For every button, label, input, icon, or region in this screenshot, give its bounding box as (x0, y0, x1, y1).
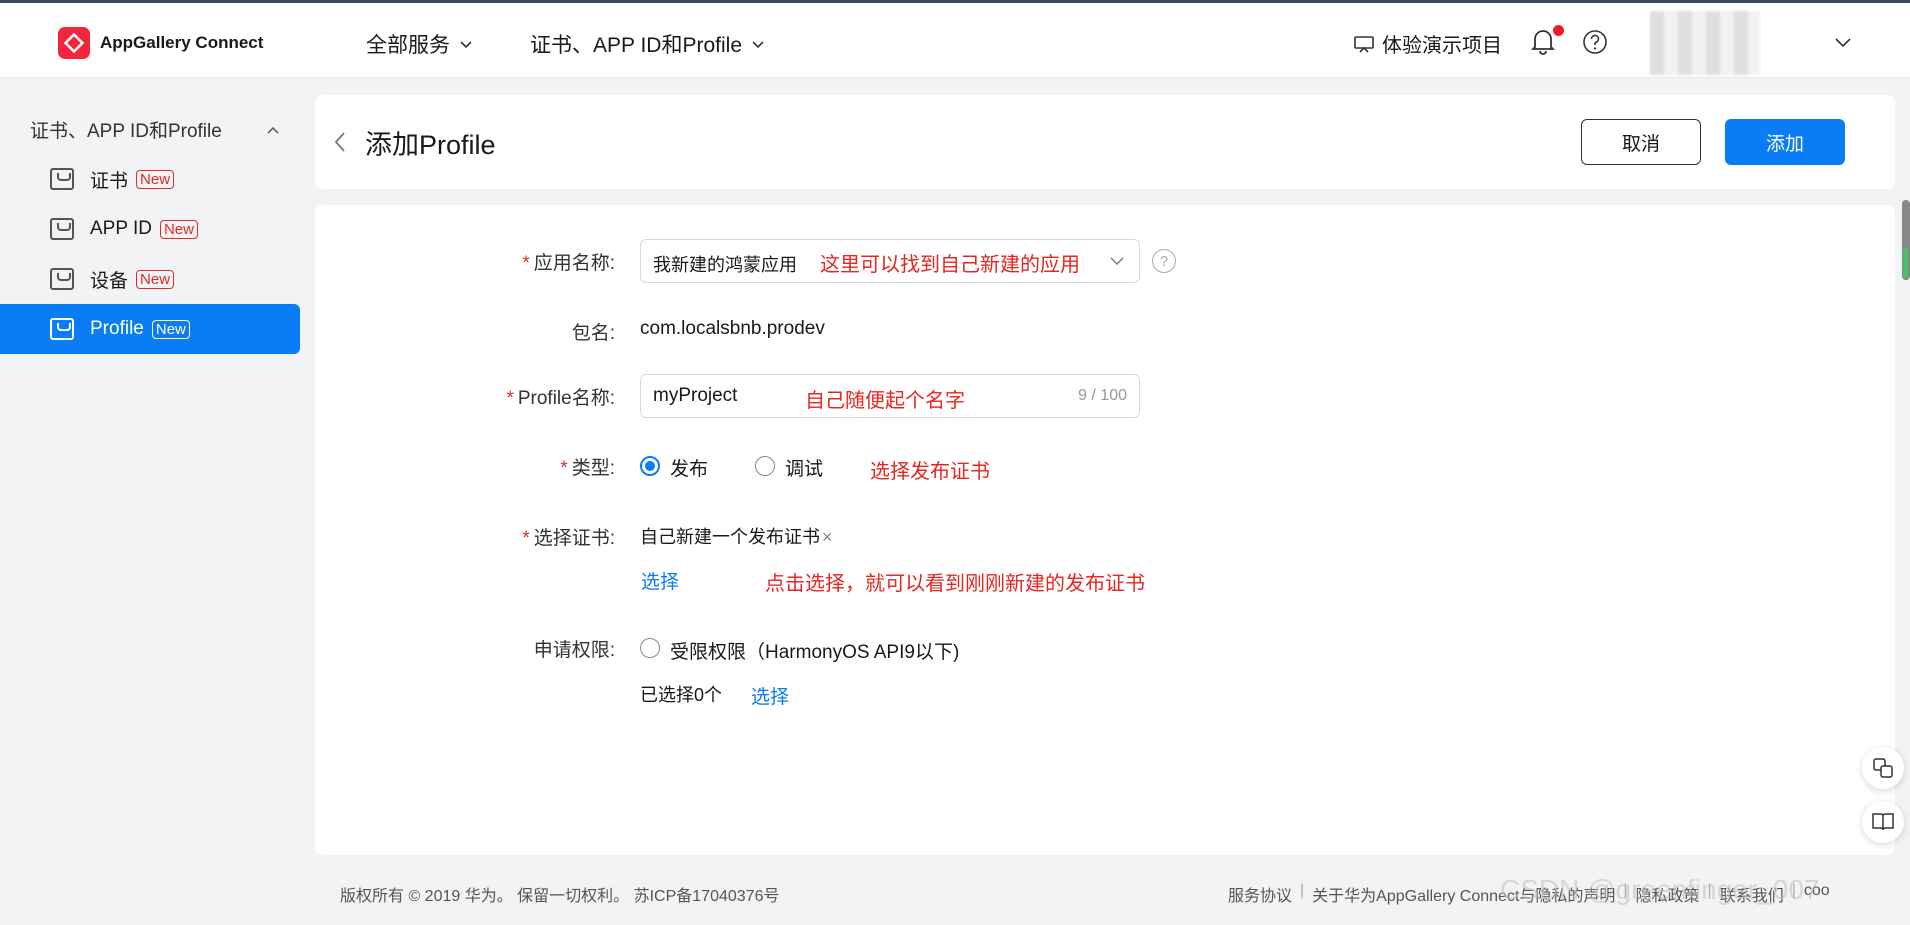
sidebar-item-profile[interactable]: Profile New (0, 304, 300, 354)
app-name-value: 我新建的鸿蒙应用 (653, 255, 797, 275)
watermark-text: CSDN @greenfinger_007 (1500, 874, 1820, 905)
chevron-down-icon (752, 41, 764, 49)
annotation-type: 选择发布证书 (870, 461, 990, 483)
page-title: 添加Profile (365, 130, 496, 160)
copyright-text: 版权所有 © 2019 华为。 保留一切权利。 苏ICP备17040376号 (340, 888, 780, 905)
bag-icon (50, 218, 74, 240)
remove-cert-icon[interactable]: × (822, 527, 833, 547)
annotation-cert: 点击选择，就可以看到刚刚新建的发布证书 (765, 573, 1145, 595)
app-name-label: * 应用名称: (522, 253, 615, 274)
type-debug-radio[interactable] (755, 456, 775, 476)
demo-project-icon (1354, 35, 1374, 53)
notification-bell[interactable] (1530, 25, 1564, 60)
annotation-app-name: 这里可以找到自己新建的应用 (820, 254, 1080, 276)
bag-icon (50, 318, 74, 340)
nav-all-services-label: 全部服务 (366, 34, 450, 57)
sidebar-group-title: 证书、APP ID和Profile (30, 121, 222, 142)
char-counter: 9 / 100 (1078, 387, 1127, 404)
scroll-indicator (1903, 248, 1908, 278)
translate-icon (1873, 758, 1893, 778)
sidebar-group-header[interactable]: 证书、APP ID和Profile (30, 116, 280, 143)
nav-all-services[interactable]: 全部服务 (366, 29, 474, 59)
brand-name: AppGallery Connect (100, 33, 264, 52)
profile-form: * 应用名称: 我新建的鸿蒙应用 这里可以找到自己新建的应用 ? 包名: com.… (315, 205, 1895, 855)
perm-restricted-radio[interactable] (640, 638, 660, 658)
type-release-label[interactable]: 发布 (670, 454, 708, 481)
sidebar-item-cert[interactable]: 证书 New (0, 154, 300, 204)
type-label: * 类型: (560, 458, 615, 479)
type-release-radio[interactable] (640, 456, 660, 476)
help-icon[interactable]: ? (1152, 249, 1176, 273)
nav-cert-appid-profile[interactable]: 证书、APP ID和Profile (530, 29, 766, 59)
reader-button[interactable] (1862, 801, 1904, 843)
add-button[interactable]: 添加 (1725, 119, 1845, 165)
sidebar-item-label: 设备 (90, 270, 129, 292)
new-badge: New (136, 169, 175, 189)
new-badge: New (151, 319, 190, 339)
sidebar: 证书、APP ID和Profile 证书 New APP ID New 设备 N… (0, 78, 310, 925)
help-button[interactable] (1582, 29, 1608, 60)
profile-name-label: * Profile名称: (506, 388, 615, 409)
back-arrow-icon[interactable] (333, 130, 347, 154)
user-menu-toggle[interactable] (1834, 35, 1852, 54)
profile-name-value: myProject (653, 385, 738, 406)
cert-select-link[interactable]: 选择 (641, 567, 679, 594)
sidebar-item-label: APP ID (90, 218, 152, 239)
cert-label: * 选择证书: (522, 528, 615, 549)
new-badge: New (159, 219, 198, 239)
perm-label: 申请权限: (533, 640, 615, 661)
cancel-button[interactable]: 取消 (1581, 119, 1701, 165)
book-icon (1872, 813, 1894, 831)
demo-project-label: 体验演示项目 (1382, 35, 1502, 57)
new-badge: New (136, 269, 175, 289)
type-debug-label[interactable]: 调试 (785, 454, 823, 481)
footer-link-terms[interactable]: 服务协议 (1228, 882, 1292, 906)
app-logo[interactable]: AppGallery Connect (58, 27, 263, 59)
perm-select-link[interactable]: 选择 (751, 682, 789, 709)
appgallery-logo-icon (58, 27, 90, 59)
top-bar: AppGallery Connect 全部服务 证书、APP ID和Profil… (0, 0, 1910, 78)
nav-cert-label: 证书、APP ID和Profile (530, 34, 742, 57)
translate-button[interactable] (1862, 747, 1904, 789)
question-icon (1583, 30, 1607, 54)
user-avatar[interactable] (1650, 11, 1760, 75)
demo-project-link[interactable]: 体验演示项目 (1352, 29, 1502, 58)
chevron-up-icon (267, 126, 279, 134)
sidebar-item-label: 证书 (90, 170, 129, 192)
chevron-down-icon (1835, 38, 1851, 48)
package-label: 包名: (571, 323, 615, 344)
package-value: com.localsbnb.prodev (640, 318, 825, 339)
cert-selected-value: 自己新建一个发布证书 × (640, 527, 833, 547)
annotation-profile-name: 自己随便起个名字 (805, 390, 965, 412)
bag-icon (50, 268, 74, 290)
perm-restricted-label[interactable]: 受限权限（HarmonyOS API9以下) (670, 637, 959, 664)
sidebar-item-label: Profile (90, 318, 144, 339)
sidebar-item-app-id[interactable]: APP ID New (0, 204, 300, 254)
perm-selected-count: 已选择0个 (640, 685, 723, 705)
page-header: 添加Profile 取消 添加 (315, 95, 1895, 189)
chevron-down-icon (1110, 257, 1124, 266)
notification-dot (1553, 25, 1564, 36)
chevron-down-icon (460, 41, 472, 49)
bag-icon (50, 168, 74, 190)
sidebar-item-device[interactable]: 设备 New (0, 254, 300, 304)
